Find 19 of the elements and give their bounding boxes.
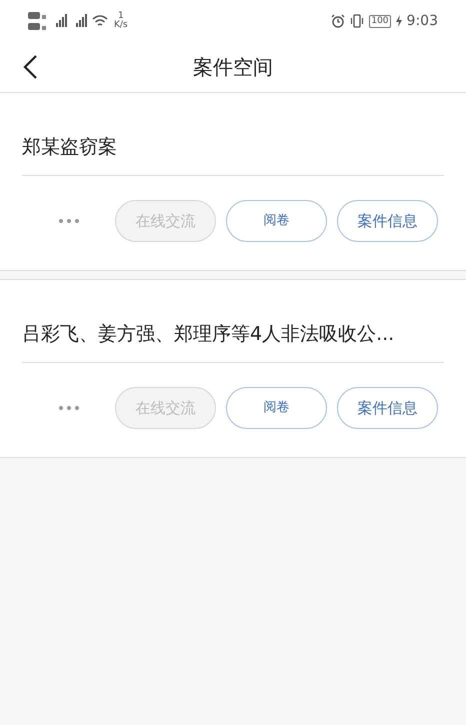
page-title: 案件空间 [193, 54, 273, 81]
more-icon[interactable] [59, 219, 79, 223]
back-icon[interactable] [22, 54, 38, 80]
alarm-icon [331, 14, 346, 28]
case-title[interactable]: 郑某盗窃案 [22, 93, 444, 176]
vibrate-icon [350, 14, 364, 28]
action-button[interactable]: 案件信息 [337, 387, 438, 429]
action-button[interactable]: 阅卷 [226, 200, 327, 242]
action-button[interactable]: 案件信息 [337, 200, 438, 242]
more-icon[interactable] [59, 406, 79, 410]
charging-icon [396, 15, 402, 27]
sim-icon [28, 10, 48, 32]
wifi-icon [92, 14, 108, 28]
battery-level: 100 [369, 14, 391, 28]
action-button[interactable]: 阅卷 [226, 387, 327, 429]
case-title[interactable]: 吕彩飞、姜方强、郑理序等4人非法吸收公... [22, 280, 444, 363]
clock-time: 9:03 [406, 12, 438, 30]
speed-value: 1 [118, 12, 124, 21]
speed-unit: K/s [114, 21, 128, 30]
